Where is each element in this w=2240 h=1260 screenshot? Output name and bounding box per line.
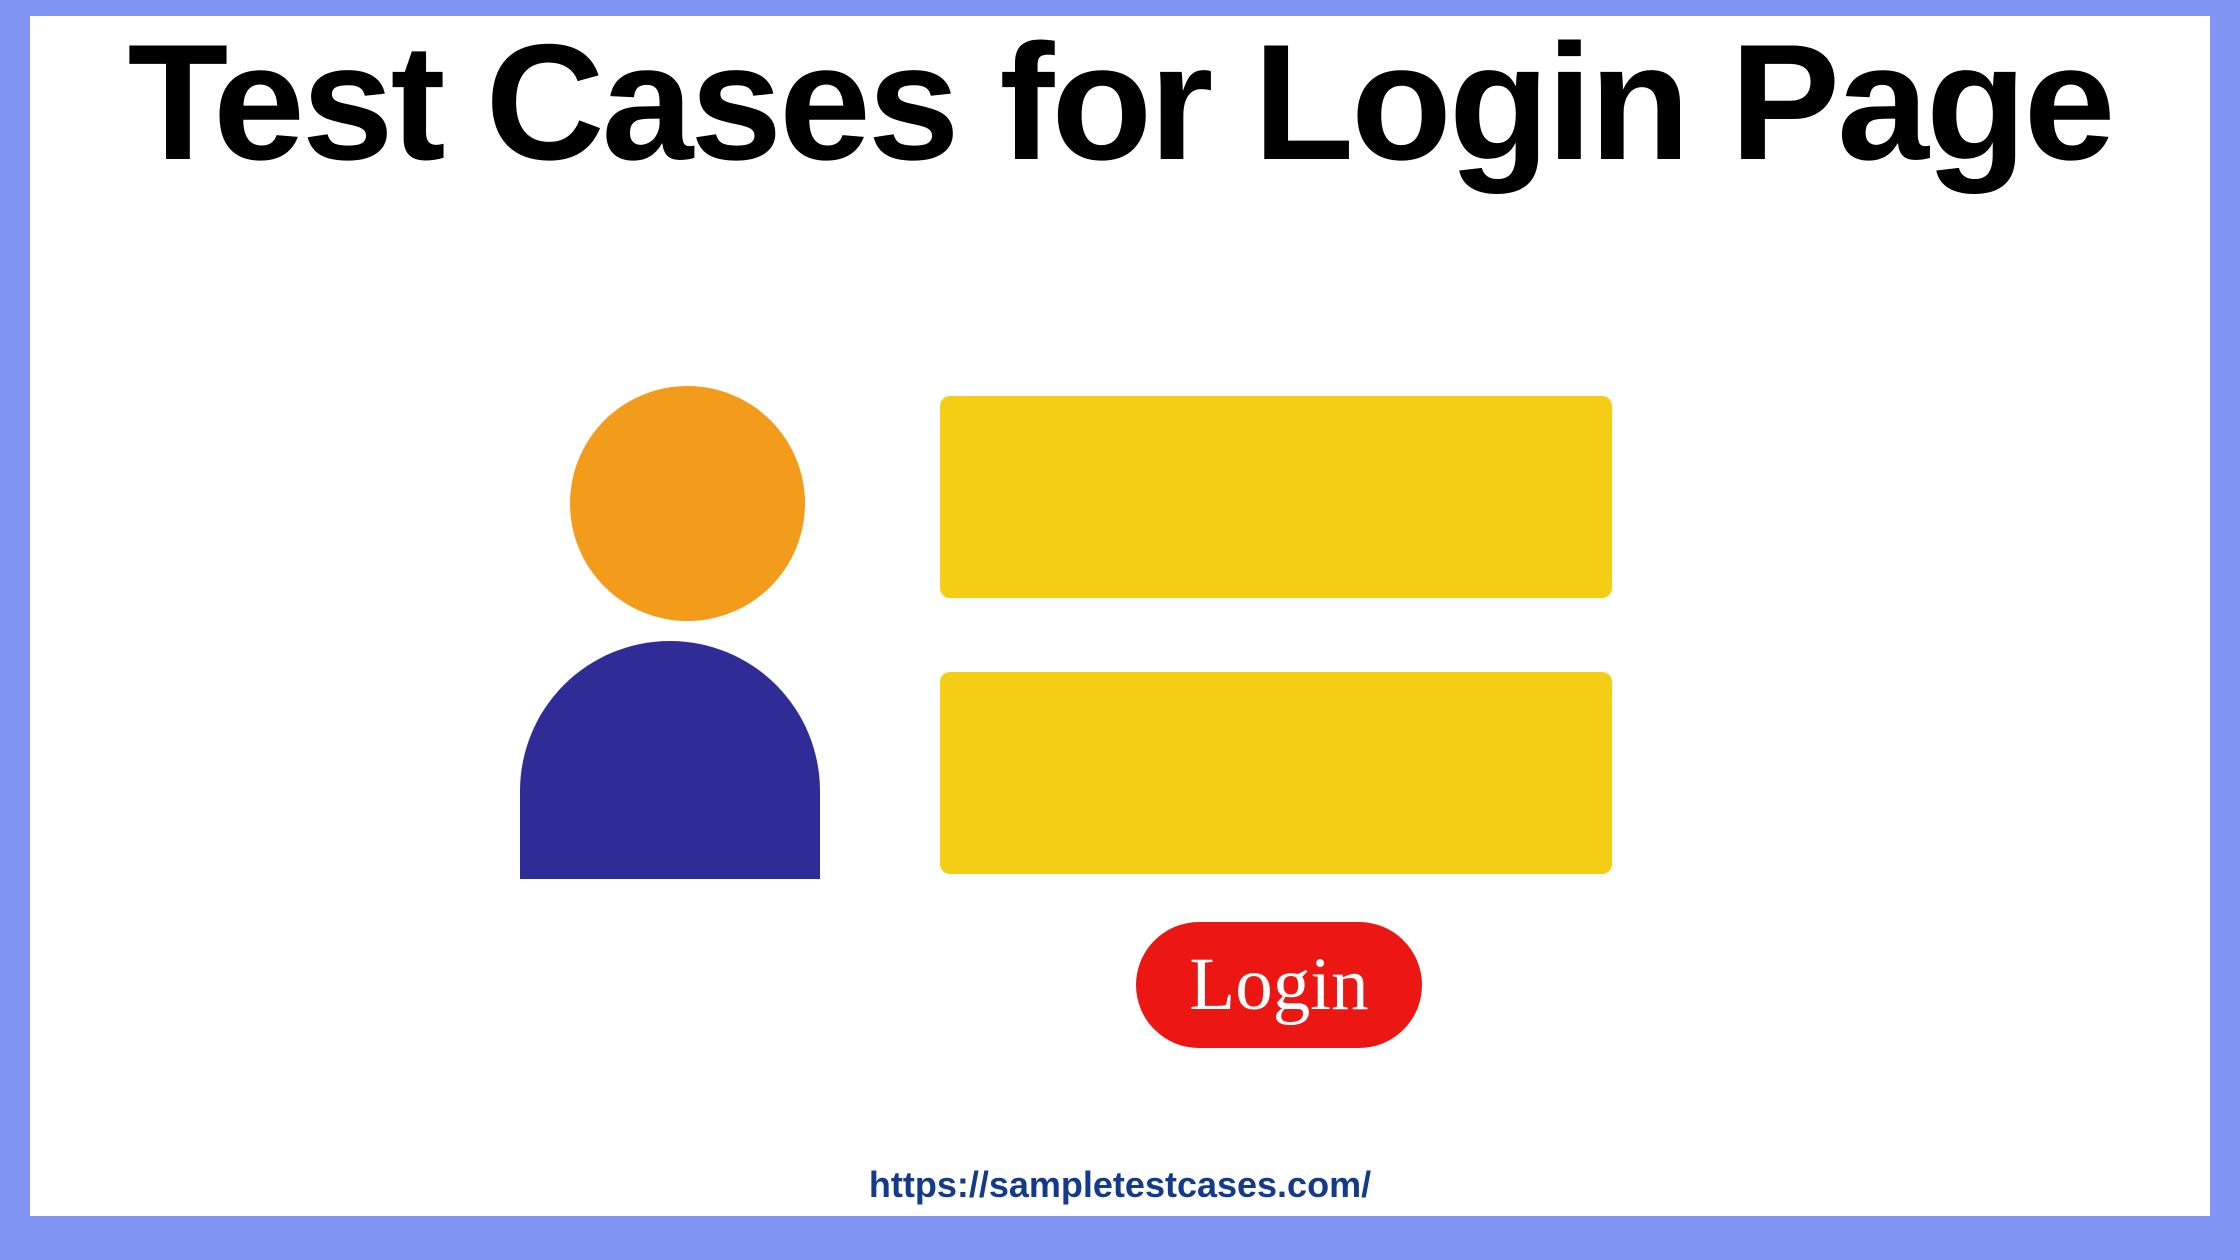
password-input[interactable]	[940, 672, 1612, 874]
login-fields	[940, 386, 1612, 874]
user-icon-body	[520, 641, 820, 879]
login-button[interactable]: Login	[1136, 922, 1422, 1048]
user-icon-head	[570, 386, 805, 621]
content-frame: Test Cases for Login Page Login https://…	[30, 16, 2210, 1216]
user-icon	[520, 386, 820, 876]
login-visual-group	[520, 386, 1612, 876]
username-input[interactable]	[940, 396, 1612, 598]
footer-url: https://sampletestcases.com/	[30, 1164, 2210, 1206]
page-title: Test Cases for Login Page	[30, 16, 2210, 189]
